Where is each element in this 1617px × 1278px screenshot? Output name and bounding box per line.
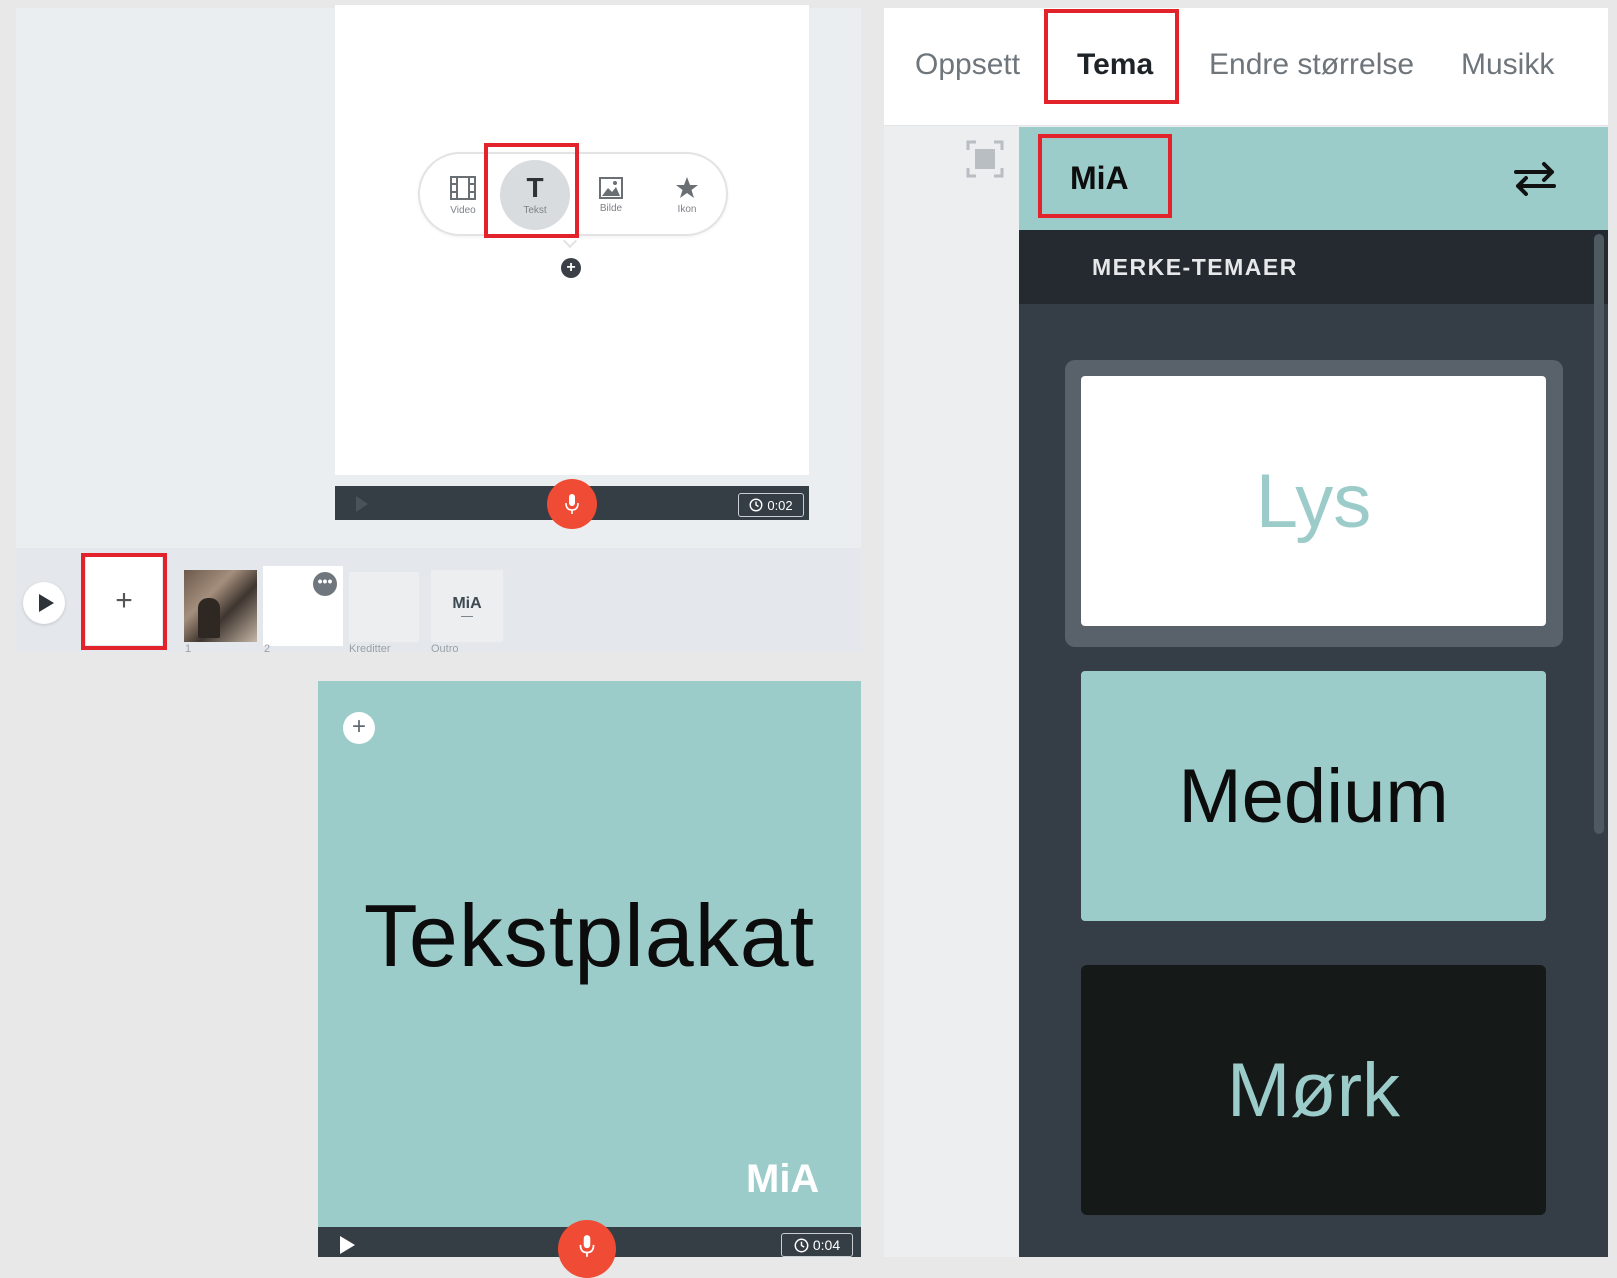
swap-theme-icon[interactable]	[1512, 158, 1558, 198]
settings-tabs: Oppsett Tema Endre størrelse Musikk	[884, 8, 1608, 126]
menu-item-bilde[interactable]: Bilde	[580, 164, 642, 226]
plus-icon: +	[115, 584, 133, 617]
microphone-icon	[579, 1235, 595, 1257]
menu-item-tekst[interactable]: T Tekst	[500, 160, 570, 230]
tab-oppsett[interactable]: Oppsett	[915, 48, 1020, 82]
theme-option-label: Medium	[1178, 753, 1449, 839]
menu-item-ikon[interactable]: Ikon	[656, 164, 718, 226]
slide-thumbnail-1[interactable]	[184, 570, 257, 642]
theme-option-label: Lys	[1255, 458, 1372, 544]
section-title: MERKE-TEMAER	[1092, 254, 1298, 280]
tab-endre-storrelse[interactable]: Endre størrelse	[1209, 48, 1414, 82]
theme-option-label: Mørk	[1226, 1047, 1401, 1133]
film-icon	[450, 176, 476, 200]
star-icon	[676, 177, 698, 198]
plus-icon: +	[351, 713, 366, 740]
tab-tema[interactable]: Tema	[1077, 48, 1153, 82]
text-t-icon: T	[526, 172, 544, 203]
play-icon[interactable]	[340, 1236, 355, 1254]
duration-text: 0:04	[812, 1237, 841, 1253]
logo-underline	[461, 616, 473, 617]
slide-thumbnail-credits[interactable]	[349, 572, 419, 642]
slide-thumbnail-outro[interactable]: MiA	[431, 570, 503, 642]
add-element-button[interactable]: +	[561, 258, 581, 278]
image-icon	[599, 177, 623, 199]
menu-item-label: Ikon	[677, 204, 697, 215]
add-slide-button[interactable]: +	[86, 557, 162, 645]
tab-musikk[interactable]: Musikk	[1461, 48, 1554, 82]
clock-icon	[794, 1238, 809, 1252]
slide-duration[interactable]: 0:04	[781, 1233, 853, 1257]
thumbnail-photo	[198, 598, 220, 638]
fullscreen-icon[interactable]	[965, 139, 1005, 179]
duration-text: 0:02	[767, 497, 793, 513]
menu-item-label: Tekst	[523, 205, 547, 216]
theme-option-lys[interactable]: Lys	[1081, 376, 1546, 626]
play-icon[interactable]	[356, 496, 368, 512]
play-icon	[38, 594, 54, 612]
slide-caption: 1	[185, 643, 192, 655]
theme-option-mork[interactable]: Mørk	[1081, 965, 1546, 1215]
clock-icon	[749, 498, 763, 512]
add-element-button[interactable]: +	[343, 712, 375, 744]
menu-item-label: Bilde	[599, 203, 623, 214]
slide-duration[interactable]: 0:02	[738, 493, 804, 517]
record-voice-button[interactable]	[558, 1220, 616, 1278]
scrollbar[interactable]	[1594, 234, 1604, 834]
slide-caption: 2	[264, 643, 271, 655]
record-voice-button[interactable]	[547, 479, 597, 529]
slide-caption: Outro	[431, 643, 459, 655]
brand-logo: MiA	[746, 1157, 820, 1201]
slide-caption: Kreditter	[349, 643, 391, 655]
theme-option-medium[interactable]: Medium	[1081, 671, 1546, 921]
add-content-menu: Video T Tekst Bilde Ikon	[418, 152, 728, 236]
menu-item-label: Video	[450, 205, 476, 216]
outro-logo: MiA	[452, 595, 482, 612]
microphone-icon	[565, 494, 579, 514]
more-options-icon[interactable]: •••	[313, 572, 337, 596]
menu-item-video[interactable]: Video	[432, 164, 494, 226]
slide-title-text[interactable]: Tekstplakat	[318, 885, 861, 987]
plus-icon: +	[566, 259, 576, 276]
play-all-button[interactable]	[23, 582, 65, 624]
current-theme-name: MiA	[1070, 160, 1129, 196]
